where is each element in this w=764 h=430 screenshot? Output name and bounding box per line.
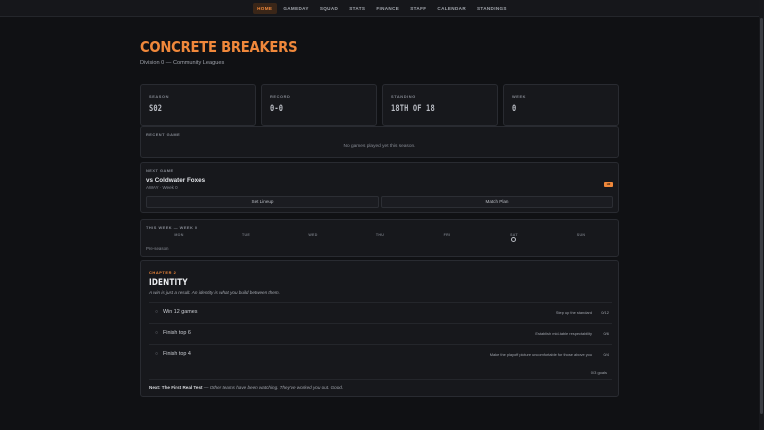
scrollbar-thumb[interactable] <box>760 18 763 414</box>
goal-circle-icon: ○ <box>155 351 159 357</box>
goals-total: 0/3 goals <box>590 370 607 375</box>
stat-card-record: RECORD 0-0 <box>261 84 377 126</box>
game-day-marker-icon[interactable] <box>511 237 516 242</box>
goal-count: 0/12 <box>601 310 609 315</box>
stat-label: SEASON <box>149 94 170 99</box>
chapter-card: CHAPTER 2 IDENTITY A win is just a resul… <box>140 260 619 397</box>
chapter-quote: A win is just a result. An identity is w… <box>149 290 280 295</box>
next-game-badge: H2 <box>604 182 613 187</box>
divider <box>149 379 612 380</box>
day-mon: MON <box>174 233 184 237</box>
next-chapter-teaser: Next: The First Real Test — Other teams … <box>149 385 344 390</box>
next-game-card: NEXT GAME vs Coldwater Foxes AWAY · Week… <box>140 162 619 213</box>
this-week-label: THIS WEEK — WEEK 0 <box>146 225 198 230</box>
goal-count: 0/4 <box>603 352 609 357</box>
week-status: Pre-season <box>146 246 169 251</box>
stat-label: WEEK <box>512 94 527 99</box>
next-chapter-text: Other teams have been watching. They've … <box>209 385 344 390</box>
goal-hint: Step up the standard <box>555 310 592 315</box>
chapter-title: IDENTITY <box>149 278 188 288</box>
chapter-kicker: CHAPTER 2 <box>149 270 177 275</box>
goal-row: ○ Finish top 6 Establish mid-table respe… <box>149 323 612 342</box>
stat-value: 18TH OF 18 <box>391 104 435 114</box>
goal-count: 0/6 <box>603 331 609 336</box>
day-thu: THU <box>375 233 385 237</box>
stat-value: S02 <box>149 104 163 114</box>
main-content: CONCRETE BREAKERS Division 0 — Community… <box>140 0 619 430</box>
scrollbar[interactable] <box>759 0 764 430</box>
goal-name: Finish top 6 <box>163 330 191 336</box>
next-game-label: NEXT GAME <box>146 168 174 173</box>
stat-card-season: SEASON S02 <box>140 84 256 126</box>
day-sun: SUN <box>576 233 586 237</box>
division-label: Division 0 — Community Leagues <box>140 60 225 66</box>
match-plan-button[interactable]: Match Plan <box>381 196 613 208</box>
stat-card-standing: STANDING 18TH OF 18 <box>382 84 498 126</box>
team-name: CONCRETE BREAKERS <box>140 38 298 56</box>
stat-value: 0 <box>512 104 517 114</box>
goal-row: ○ Finish top 4 Make the playoff picture … <box>149 344 612 363</box>
stat-value: 0-0 <box>270 104 284 114</box>
next-chapter-prefix: Next: <box>149 385 161 390</box>
recent-game-label: RECENT GAME <box>146 132 181 137</box>
goal-hint: Establish mid-table respectability <box>535 331 592 336</box>
stat-label: RECORD <box>270 94 291 99</box>
goal-hint: Make the playoff picture uncomfortable f… <box>489 352 592 357</box>
set-lineup-button[interactable]: Set Lineup <box>146 196 379 208</box>
stat-label: STANDING <box>391 94 416 99</box>
day-fri: FRI <box>443 233 451 237</box>
recent-game-empty-text: No games played yet this season. <box>343 144 416 149</box>
goal-circle-icon: ○ <box>155 309 159 315</box>
next-game-meta: AWAY · Week 0 <box>146 185 178 190</box>
stat-card-week: WEEK 0 <box>503 84 619 126</box>
day-tue: TUE <box>241 233 251 237</box>
goal-row: ○ Win 12 games Step up the standard 0/12 <box>149 302 612 321</box>
next-game-opponent: vs Coldwater Foxes <box>146 177 206 184</box>
goal-name: Finish top 4 <box>163 351 191 357</box>
goal-circle-icon: ○ <box>155 330 159 336</box>
day-wed: WED <box>308 233 318 237</box>
this-week-card: THIS WEEK — WEEK 0 MON TUE WED THU FRI S… <box>140 219 619 257</box>
goal-name: Win 12 games <box>163 309 198 315</box>
recent-game-card: RECENT GAME No games played yet this sea… <box>140 126 619 158</box>
next-chapter-title: The First Real Test <box>161 385 203 390</box>
